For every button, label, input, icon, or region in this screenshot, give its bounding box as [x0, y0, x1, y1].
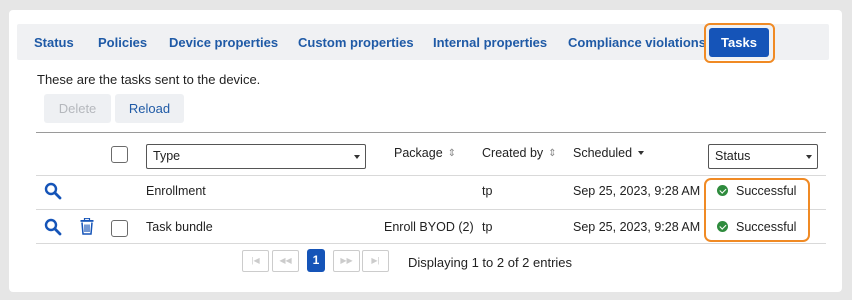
row-2-package: Enroll BYOD (2) [384, 220, 474, 234]
type-filter-select[interactable]: Type [146, 144, 366, 169]
sort-descending-icon [638, 151, 645, 155]
select-all-checkbox[interactable] [111, 146, 128, 163]
next-page-button[interactable]: ▶▶ [333, 250, 360, 272]
tab-policies[interactable]: Policies [98, 25, 147, 61]
status-highlight [704, 178, 810, 242]
delete-button[interactable]: Delete [44, 94, 111, 123]
package-header-label: Package [394, 146, 443, 160]
current-page-button[interactable]: 1 [307, 249, 325, 272]
column-header-created-by[interactable]: Created by ⇕ [482, 146, 557, 160]
status-filter-select[interactable]: Status [708, 144, 818, 169]
row-1-type: Enrollment [146, 184, 206, 198]
search-icon[interactable] [44, 218, 62, 241]
chevron-down-icon [354, 155, 360, 159]
tab-compliance-violations[interactable]: Compliance violations [568, 25, 706, 61]
row-2-scheduled: Sep 25, 2023, 9:28 AM [573, 220, 701, 234]
tab-custom-properties[interactable]: Custom properties [298, 25, 414, 61]
status-filter-value: Status [715, 149, 751, 163]
row-2-created-by: tp [482, 220, 493, 234]
row-1-created-by: tp [482, 184, 493, 198]
search-icon[interactable] [44, 182, 62, 205]
tab-status[interactable]: Status [34, 25, 74, 61]
created-by-header-label: Created by [482, 146, 544, 160]
row-2-type: Task bundle [146, 220, 213, 234]
column-header-scheduled[interactable]: Scheduled [573, 146, 645, 160]
column-header-package[interactable]: Package ⇕ [394, 146, 456, 160]
pagination-info: Displaying 1 to 2 of 2 entries [408, 255, 573, 270]
previous-page-button[interactable]: ◀◀ [272, 250, 299, 272]
reload-button[interactable]: Reload [115, 94, 184, 123]
header-divider [36, 175, 826, 176]
row-1-scheduled: Sep 25, 2023, 9:28 AM [573, 184, 701, 198]
sort-icon: ⇕ [447, 148, 457, 159]
scheduled-header-label: Scheduled [573, 146, 633, 160]
last-page-button[interactable]: ▶| [362, 250, 389, 272]
type-filter-value: Type [153, 149, 181, 163]
table-bottom-divider [36, 243, 826, 244]
intro-text: These are the tasks sent to the device. [37, 72, 261, 87]
tab-tasks[interactable]: Tasks [709, 28, 769, 57]
tab-internal-properties[interactable]: Internal properties [433, 25, 547, 61]
table-top-divider [36, 132, 826, 133]
row-2-checkbox[interactable] [111, 220, 128, 237]
tab-device-properties[interactable]: Device properties [169, 25, 278, 61]
trash-icon[interactable] [80, 217, 94, 240]
sort-icon: ⇕ [548, 148, 557, 159]
chevron-down-icon [806, 155, 812, 159]
first-page-button[interactable]: |◀ [242, 250, 269, 272]
